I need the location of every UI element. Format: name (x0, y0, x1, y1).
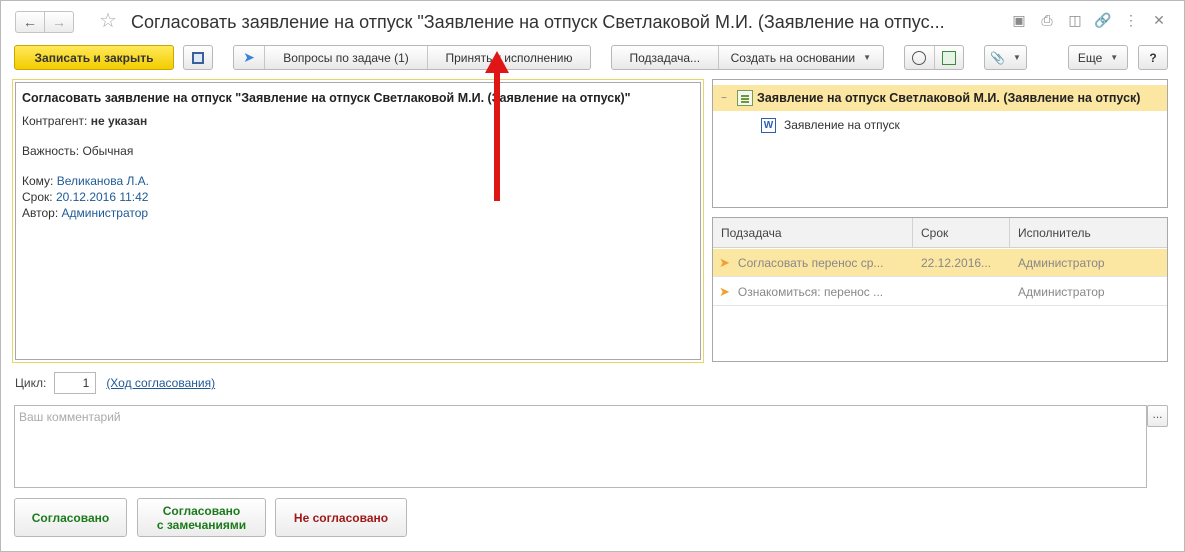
collapse-icon[interactable]: − (721, 93, 733, 104)
clock-button[interactable] (905, 46, 934, 69)
tree-item-label: Заявление на отпуск Светлаковой М.И. (За… (757, 91, 1141, 105)
more-label: Еще (1077, 50, 1103, 65)
document-icon (737, 90, 753, 106)
chevron-down-icon: ▼ (1013, 53, 1021, 62)
arrow-right-icon: ➤ (243, 49, 255, 65)
save-disk-icon (192, 51, 204, 64)
attachments-tree: − Заявление на отпуск Светлаковой М.И. (… (712, 79, 1168, 208)
tree-item[interactable]: − Заявление на отпуск Светлаковой М.И. (… (713, 85, 1167, 111)
comment-expand-button[interactable]: ... (1147, 405, 1168, 427)
command-bar: Записать и закрыть ➤ Вопросы по задаче (… (1, 45, 1184, 71)
approved-remarks-line-2: с замечаниями (156, 517, 247, 532)
task-actions-group: ➤ Вопросы по задаче (1) Принять к исполн… (233, 45, 591, 70)
approved-with-remarks-button[interactable]: Согласовано с замечаниями (137, 498, 266, 537)
due-value: 20.12.2016 11:42 (55, 190, 149, 204)
tree-item-label: Заявление на отпуск (784, 118, 900, 132)
print-icon[interactable]: ⎙ (1038, 11, 1056, 29)
create-based-on-button[interactable]: Создать на основании ▼ (717, 46, 883, 69)
close-icon[interactable]: ✕ (1150, 11, 1168, 29)
help-button[interactable]: ? (1138, 45, 1168, 70)
save-disk-icon[interactable]: ▣ (1010, 11, 1028, 29)
column-header-subtask[interactable]: Подзадача (713, 218, 913, 247)
window-title: Согласовать заявление на отпуск "Заявлен… (131, 12, 945, 32)
table-row[interactable]: ➤ Ознакомиться: перенос ... Администрато… (713, 278, 1167, 306)
word-file-icon: W (761, 117, 776, 133)
author-link[interactable]: Администратор (62, 206, 149, 220)
approved-button[interactable]: Согласовано (14, 498, 127, 537)
subtask-button[interactable]: Подзадача... (612, 46, 718, 69)
arrow-right-icon: ➤ (719, 283, 730, 299)
importance-label: Важность: (22, 144, 80, 158)
subtask-cell: ➤ Согласовать перенос ср... (713, 249, 913, 276)
due-line: Срок: 20.12.2016 11:42 (22, 189, 694, 205)
counterparty-line: Контрагент: не указан (22, 113, 694, 129)
title-bar: ← → ☆ Согласовать заявление на отпуск "З… (1, 1, 1184, 41)
subtask-name: Ознакомиться: перенос ... (737, 284, 884, 299)
to-label: Кому: (22, 174, 54, 188)
add-table-icon (941, 50, 956, 65)
author-line: Автор: Администратор (22, 205, 694, 221)
arrow-right-icon: ➤ (719, 254, 730, 270)
counterparty-value: не указан (90, 114, 148, 128)
preview-icon[interactable]: ◫ (1066, 11, 1084, 29)
task-title: Согласовать заявление на отпуск "Заявлен… (22, 91, 631, 105)
cycle-row: Цикл: 1 (Ход согласования) (15, 372, 215, 394)
subtask-cell: ➤ Ознакомиться: перенос ... (713, 278, 913, 305)
due-cell (913, 278, 1010, 305)
approved-remarks-line-1: Согласовано (162, 503, 241, 518)
counterparty-label: Контрагент: (22, 114, 88, 128)
due-cell: 22.12.2016... (921, 255, 992, 270)
author-label: Автор: (22, 206, 59, 220)
executor-cell: Администратор (1018, 284, 1105, 299)
title-tools: ▣ ⎙ ◫ 🔗 ⋮ ✕ (1010, 11, 1168, 29)
importance-line: Важность: Обычная (22, 143, 694, 159)
forward-arrow-icon[interactable]: → (44, 11, 74, 33)
table-row[interactable]: ➤ Согласовать перенос ср... 22.12.2016..… (713, 249, 1167, 277)
annotation-arrow-shaft (494, 61, 500, 201)
star-icon[interactable]: ☆ (99, 10, 117, 32)
subtask-group: Подзадача... Создать на основании ▼ (611, 45, 884, 70)
column-header-executor[interactable]: Исполнитель (1010, 218, 1167, 247)
time-tools-group (904, 45, 964, 70)
subtask-name: Согласовать перенос ср... (737, 255, 884, 270)
form-window: ← → ☆ Согласовать заявление на отпуск "З… (0, 0, 1185, 552)
more-button[interactable]: Еще ▼ (1068, 45, 1128, 70)
executor-cell: Администратор (1018, 255, 1105, 270)
task-questions-button[interactable]: Вопросы по задаче (1) (264, 46, 427, 69)
task-description-pane[interactable]: Согласовать заявление на отпуск "Заявлен… (12, 79, 704, 363)
clock-icon (912, 50, 927, 65)
importance-value: Обычная (82, 144, 134, 158)
add-green-button[interactable] (933, 46, 963, 69)
column-header-due[interactable]: Срок (913, 218, 1010, 247)
tree-item[interactable]: W Заявление на отпуск (713, 114, 1167, 136)
attachments-button[interactable]: 📎 ▼ (984, 45, 1027, 70)
create-based-on-label: Создать на основании (730, 50, 856, 65)
to-link[interactable]: Великанова Л.А. (57, 174, 149, 188)
comment-field[interactable]: Ваш комментарий (14, 405, 1147, 488)
due-label: Срок: (22, 190, 53, 204)
go-forward-button[interactable]: ➤ (234, 46, 264, 69)
task-description-content: Согласовать заявление на отпуск "Заявлен… (15, 82, 701, 360)
approval-progress-link[interactable]: (Ход согласования) (106, 376, 215, 390)
table-header: Подзадача Срок Исполнитель (713, 218, 1167, 248)
save-and-close-button[interactable]: Записать и закрыть (14, 45, 174, 70)
link-icon[interactable]: 🔗 (1094, 11, 1112, 29)
paperclip-icon: 📎 (990, 50, 1006, 65)
to-line: Кому: Великанова Л.А. (22, 173, 694, 189)
chevron-down-icon: ▼ (1110, 53, 1119, 62)
save-button[interactable] (183, 45, 213, 70)
back-arrow-icon[interactable]: ← (15, 11, 45, 33)
not-approved-button[interactable]: Не согласовано (275, 498, 407, 537)
cycle-field[interactable]: 1 (54, 372, 97, 394)
cycle-label: Цикл: (15, 376, 47, 390)
chevron-down-icon: ▼ (863, 53, 871, 62)
subtasks-table: Подзадача Срок Исполнитель ➤ Согласовать… (712, 217, 1168, 362)
more-vertical-icon[interactable]: ⋮ (1122, 11, 1140, 29)
